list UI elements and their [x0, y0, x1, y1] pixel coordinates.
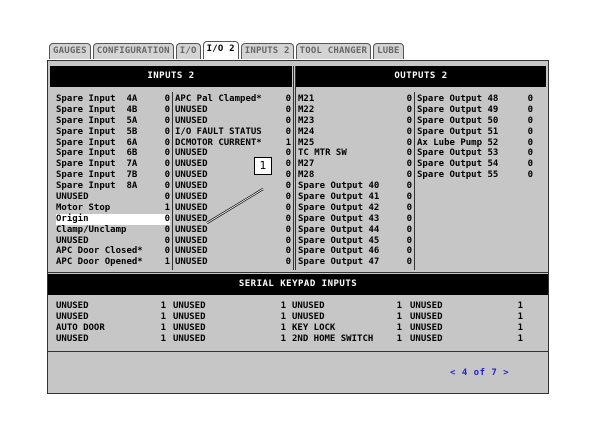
callout-number: 1 [254, 157, 272, 175]
callout-leader-line [206, 188, 264, 224]
page-indicator[interactable]: < 4 of 7 > [450, 368, 509, 378]
io-screen: GAUGES CONFIGURATION I/O I/O 2 INPUTS 2 … [47, 41, 549, 394]
